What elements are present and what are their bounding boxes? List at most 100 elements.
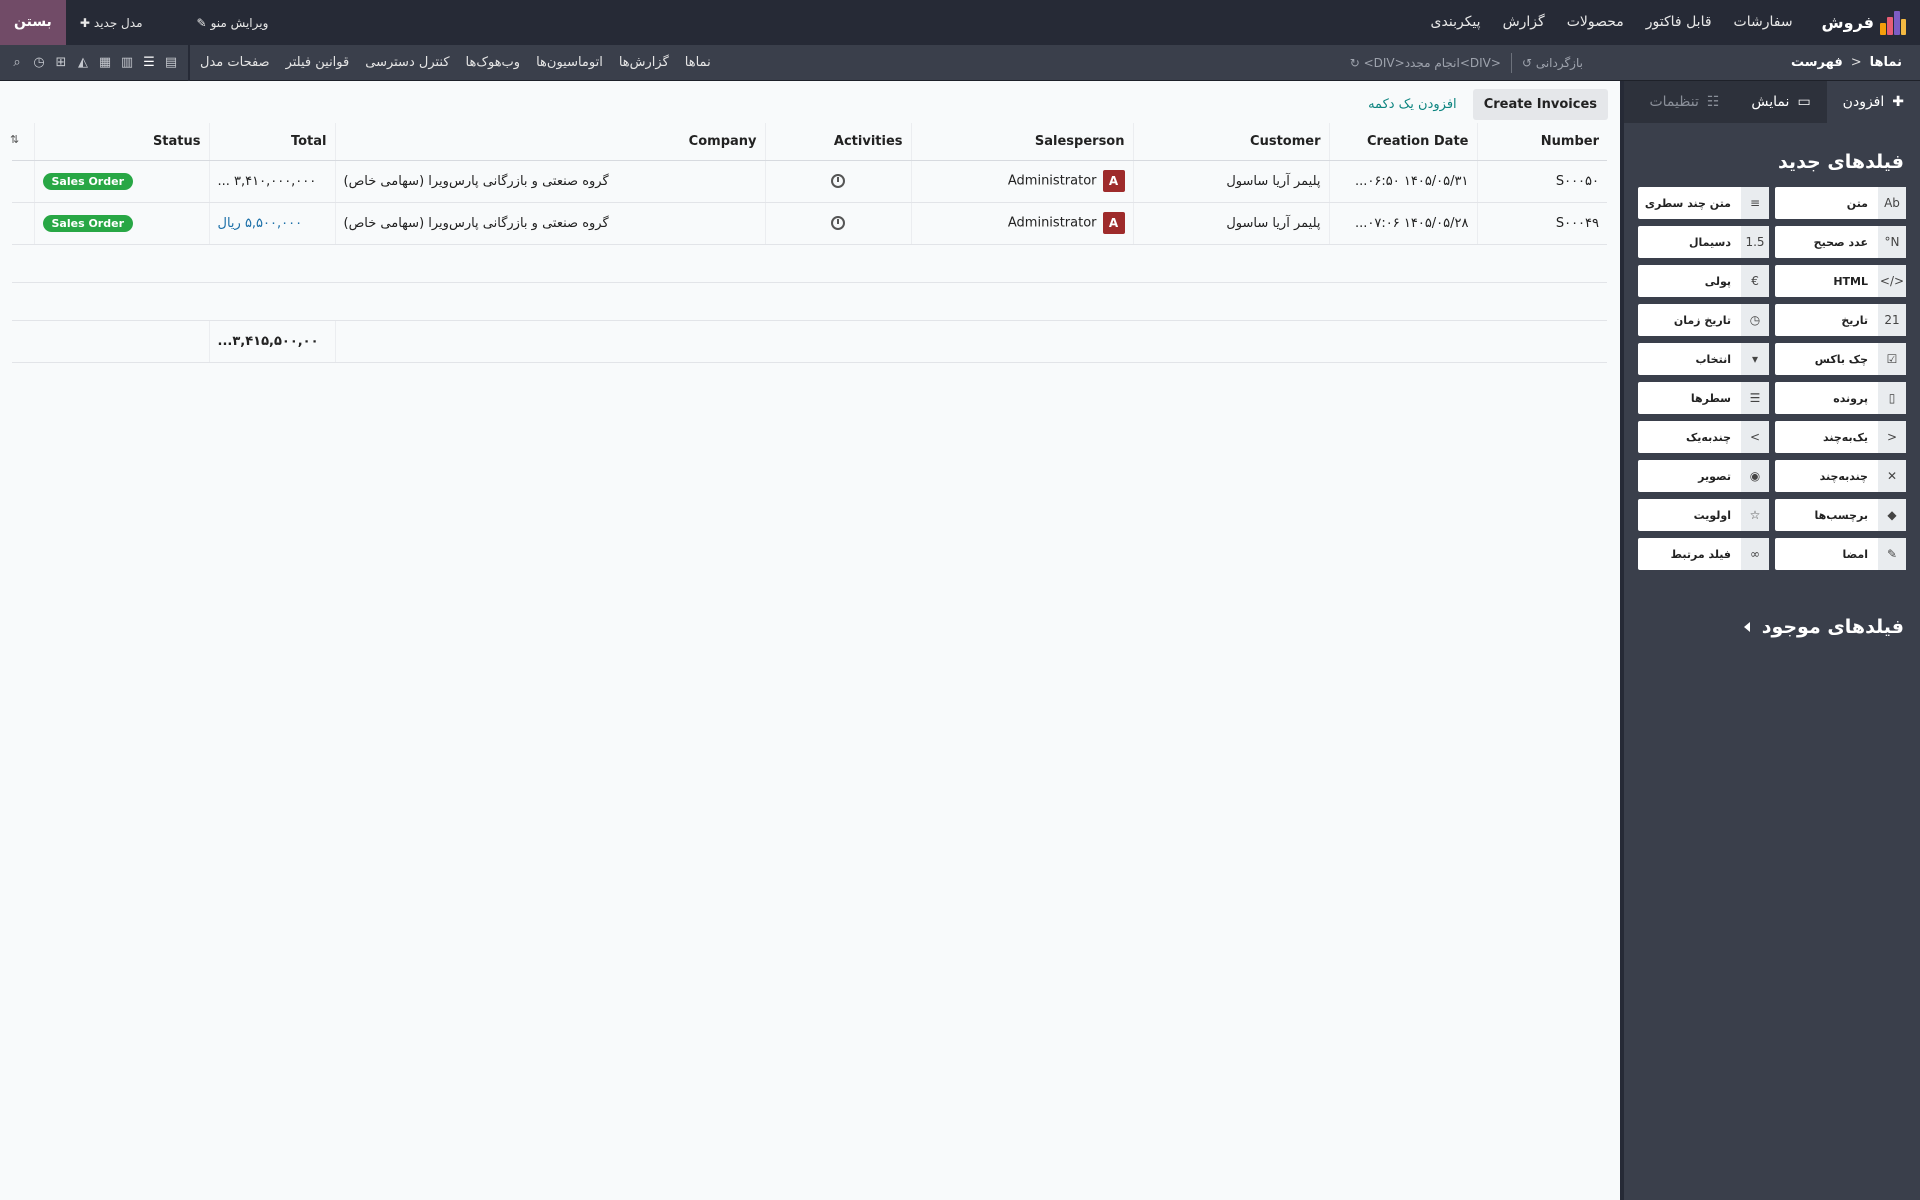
menu-orders[interactable]: سفارشات xyxy=(1723,0,1804,45)
sliders-icon: ☷ xyxy=(1706,94,1720,110)
clock-icon[interactable] xyxy=(831,216,845,230)
column-company[interactable]: Company xyxy=(335,123,766,161)
field-related-field[interactable]: ∞ فیلد مرتبط xyxy=(1638,538,1769,570)
cell-activities xyxy=(765,202,912,245)
table-header: Number Creation Date Customer Salesperso… xyxy=(12,123,1607,161)
column-status[interactable]: Status xyxy=(34,123,210,161)
field-label: چک باکس xyxy=(1814,352,1868,366)
redo-button[interactable]: ↻ <DIV>انجام مجدد<DIV> xyxy=(1350,56,1501,70)
clock-icon[interactable] xyxy=(831,174,845,188)
cell-number: S۰۰۰۴۹ xyxy=(1477,202,1607,245)
calendar-view-icon[interactable]: ▦ xyxy=(96,54,114,72)
file-icon: ▯ xyxy=(1878,382,1906,414)
sidebar-tab-settings[interactable]: ☷ تنظیمات xyxy=(1633,81,1735,123)
list-view-icon[interactable]: ☰ xyxy=(140,54,158,72)
column-customer[interactable]: Customer xyxy=(1133,123,1330,161)
tab-automations[interactable]: اتوماسیون‌ها xyxy=(528,55,611,70)
empty-row xyxy=(12,282,1607,321)
table-row[interactable]: S۰۰۰۵۰ ۱۴۰۵/۰۵/۳۱ ۰۶:۵۰... پلیمر آریا سا… xyxy=(12,160,1607,203)
tab-access-control[interactable]: کنترل دسترسی xyxy=(357,55,457,70)
field-many2many[interactable]: ✕ چندبه‌چند xyxy=(1775,460,1906,492)
salesperson-name: Administrator xyxy=(1007,173,1097,189)
field-label: متن چند سطری xyxy=(1644,196,1731,210)
field-priority[interactable]: ☆ اولویت xyxy=(1638,499,1769,531)
new-model-button[interactable]: ✚ مدل جدید xyxy=(66,0,157,45)
field-tags[interactable]: ◆ برچسب‌ها xyxy=(1775,499,1906,531)
field-date[interactable]: 21 تاریخ xyxy=(1775,304,1906,336)
menu-to-invoice[interactable]: قابل فاکتور xyxy=(1635,0,1723,45)
sidebar-tabs: ✚ افزودن ▭ نمایش ☷ تنظیمات xyxy=(1624,81,1920,123)
cell-total: ۵,۵۰۰,۰۰۰ ریال xyxy=(209,202,336,245)
undo-button[interactable]: ↺ بازگردانی xyxy=(1522,56,1583,70)
field-decimal[interactable]: 1.5 دسیمال xyxy=(1638,226,1769,258)
field-checkbox[interactable]: ☑ چک باکس xyxy=(1775,343,1906,375)
app-name: فروش xyxy=(1821,13,1874,32)
cell-company: گروه صنعتی و بازرگانی پارس‌ویرا (سهامی خ… xyxy=(335,160,766,203)
date-icon: 21 xyxy=(1878,304,1906,336)
field-label: امضا xyxy=(1842,547,1868,561)
field-many2one[interactable]: > چندبه‌یک xyxy=(1638,421,1769,453)
column-total[interactable]: Total xyxy=(209,123,336,161)
field-file[interactable]: ▯ پرونده xyxy=(1775,382,1906,414)
one2many-icon: < xyxy=(1878,421,1906,453)
menu-configuration[interactable]: پیکربندی xyxy=(1420,0,1492,45)
cell-creation-date: ۱۴۰۵/۰۵/۲۸ ۰۷:۰۶... xyxy=(1329,202,1478,245)
app-brand[interactable]: فروش xyxy=(1804,10,1920,35)
tab-views[interactable]: نماها xyxy=(677,55,719,70)
close-studio-button[interactable]: بستن xyxy=(0,0,66,45)
studio-tabs: نماها گزارش‌ها اتوماسیون‌ها وب‌هوک‌ها کن… xyxy=(192,55,719,70)
tab-reports[interactable]: گزارش‌ها xyxy=(611,55,677,70)
add-button-link[interactable]: افزودن یک دکمه xyxy=(1368,97,1457,112)
field-html[interactable]: </> HTML xyxy=(1775,265,1906,297)
field-signature[interactable]: ✎ امضا xyxy=(1775,538,1906,570)
field-image[interactable]: ◉ تصویر xyxy=(1638,460,1769,492)
column-salesperson[interactable]: Salesperson xyxy=(911,123,1134,161)
breadcrumb: نماها > فهرست xyxy=(1773,55,1920,70)
cell-customer: پلیمر آریا ساسول xyxy=(1133,160,1330,203)
decimal-icon: 1.5 xyxy=(1741,226,1769,258)
field-text[interactable]: Ab متن xyxy=(1775,187,1906,219)
breadcrumb-views[interactable]: نماها xyxy=(1870,55,1902,70)
records-table: Number Creation Date Customer Salesperso… xyxy=(12,123,1607,363)
menu-products[interactable]: محصولات xyxy=(1556,0,1635,45)
menu-reporting[interactable]: گزارش xyxy=(1492,0,1556,45)
sidebar-tab-add[interactable]: ✚ افزودن xyxy=(1826,81,1920,123)
field-label: یک‌به‌چند xyxy=(1823,430,1868,444)
field-multiline-text[interactable]: ≡ متن چند سطری xyxy=(1638,187,1769,219)
pivot-view-icon[interactable]: ⊞ xyxy=(52,54,70,72)
field-datetime[interactable]: ◷ تاریخ زمان xyxy=(1638,304,1769,336)
breadcrumb-list: فهرست xyxy=(1790,55,1843,70)
field-one2many[interactable]: < یک‌به‌چند xyxy=(1775,421,1906,453)
kanban-view-icon[interactable]: ▥ xyxy=(118,54,136,72)
image-icon: ◉ xyxy=(1741,460,1769,492)
text-icon: Ab xyxy=(1878,187,1906,219)
empty-row xyxy=(12,244,1607,283)
field-label: برچسب‌ها xyxy=(1814,508,1869,522)
column-activities[interactable]: Activities xyxy=(765,123,912,161)
search-view-icon[interactable]: ⌕ xyxy=(8,54,26,72)
sidebar-tab-view[interactable]: ▭ نمایش xyxy=(1735,81,1826,123)
create-invoices-button[interactable]: Create Invoices xyxy=(1472,89,1608,120)
plus-icon: ✚ xyxy=(79,15,90,30)
graph-view-icon[interactable]: ◭ xyxy=(74,54,92,72)
table-row[interactable]: S۰۰۰۴۹ ۱۴۰۵/۰۵/۲۸ ۰۷:۰۶... پلیمر آریا سا… xyxy=(12,202,1607,245)
activity-view-icon[interactable]: ◷ xyxy=(30,54,48,72)
existing-fields-toggle[interactable]: فیلدهای موجود xyxy=(1624,570,1920,652)
column-creation-date[interactable]: Creation Date xyxy=(1329,123,1478,161)
tab-filter-rules[interactable]: قوانین فیلتر xyxy=(278,55,358,70)
field-lines[interactable]: ☰ سطرها xyxy=(1638,382,1769,414)
cell-activities xyxy=(765,160,912,203)
field-selection[interactable]: ▾ انتخاب xyxy=(1638,343,1769,375)
sales-app-icon xyxy=(1880,10,1906,35)
field-monetary[interactable]: € پولی xyxy=(1638,265,1769,297)
multiline-text-icon: ≡ xyxy=(1741,187,1769,219)
field-integer[interactable]: N° عدد صحیح xyxy=(1775,226,1906,258)
form-view-icon[interactable]: ▤ xyxy=(162,54,180,72)
new-fields-grid: Ab متن ≡ متن چند سطری N° عدد صحیح 1.5 دسیمال </>… xyxy=(1624,187,1920,570)
tab-model-pages[interactable]: صفحات مدل xyxy=(192,55,278,70)
column-number[interactable]: Number xyxy=(1477,123,1607,161)
tab-webhooks[interactable]: وب‌هوک‌ها xyxy=(458,55,529,70)
edit-menu-button[interactable]: ✎ ویرایش منو xyxy=(183,0,283,45)
plus-icon: ✚ xyxy=(1892,94,1904,110)
field-label: اولویت xyxy=(1693,508,1731,522)
